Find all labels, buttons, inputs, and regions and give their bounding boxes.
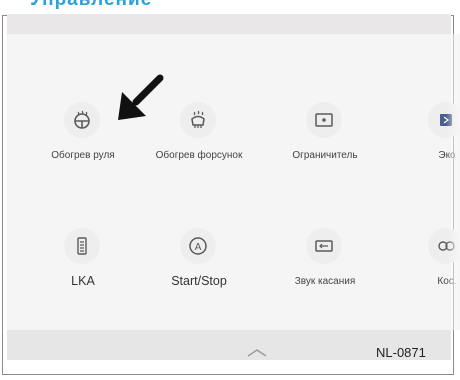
start-stop-icon: A [180, 228, 216, 264]
tile-start-stop[interactable]: A Start/Stop [164, 228, 227, 288]
tile-lka[interactable]: LKA [48, 228, 108, 288]
tile-label: Звук касания [294, 276, 356, 287]
pointer-arrow-icon [118, 74, 164, 120]
figure-reference-code: NL-0871 [376, 345, 426, 360]
tile-label: LKA [71, 274, 95, 288]
heated-steering-wheel-icon [64, 102, 100, 138]
touch-sound-icon [306, 228, 342, 264]
manual-heading: Управление [30, 0, 152, 9]
page-top-band: Управление [0, 0, 460, 14]
heated-washer-nozzles-icon [180, 102, 216, 138]
chevron-up-icon[interactable] [244, 347, 270, 359]
svg-text:A: A [195, 242, 202, 253]
panel-edge-fade [446, 34, 460, 330]
tile-label: Обогрев руля [51, 150, 115, 161]
tile-label: Ограничитель [292, 150, 358, 161]
tile-label: Обогрев форсунок [155, 150, 243, 161]
tile-label: Start/Stop [171, 274, 227, 288]
tile-heated-washer-nozzles[interactable]: Обогрев форсунок [156, 102, 242, 162]
tile-speed-limiter[interactable]: Ограничитель [290, 102, 358, 162]
lane-keeping-assist-icon [64, 228, 100, 264]
tile-heated-steering-wheel[interactable]: Обогрев руля [48, 102, 115, 162]
speed-limiter-icon [306, 102, 342, 138]
tile-touch-sound[interactable]: Звук касания [290, 228, 355, 288]
status-bar [7, 14, 451, 34]
